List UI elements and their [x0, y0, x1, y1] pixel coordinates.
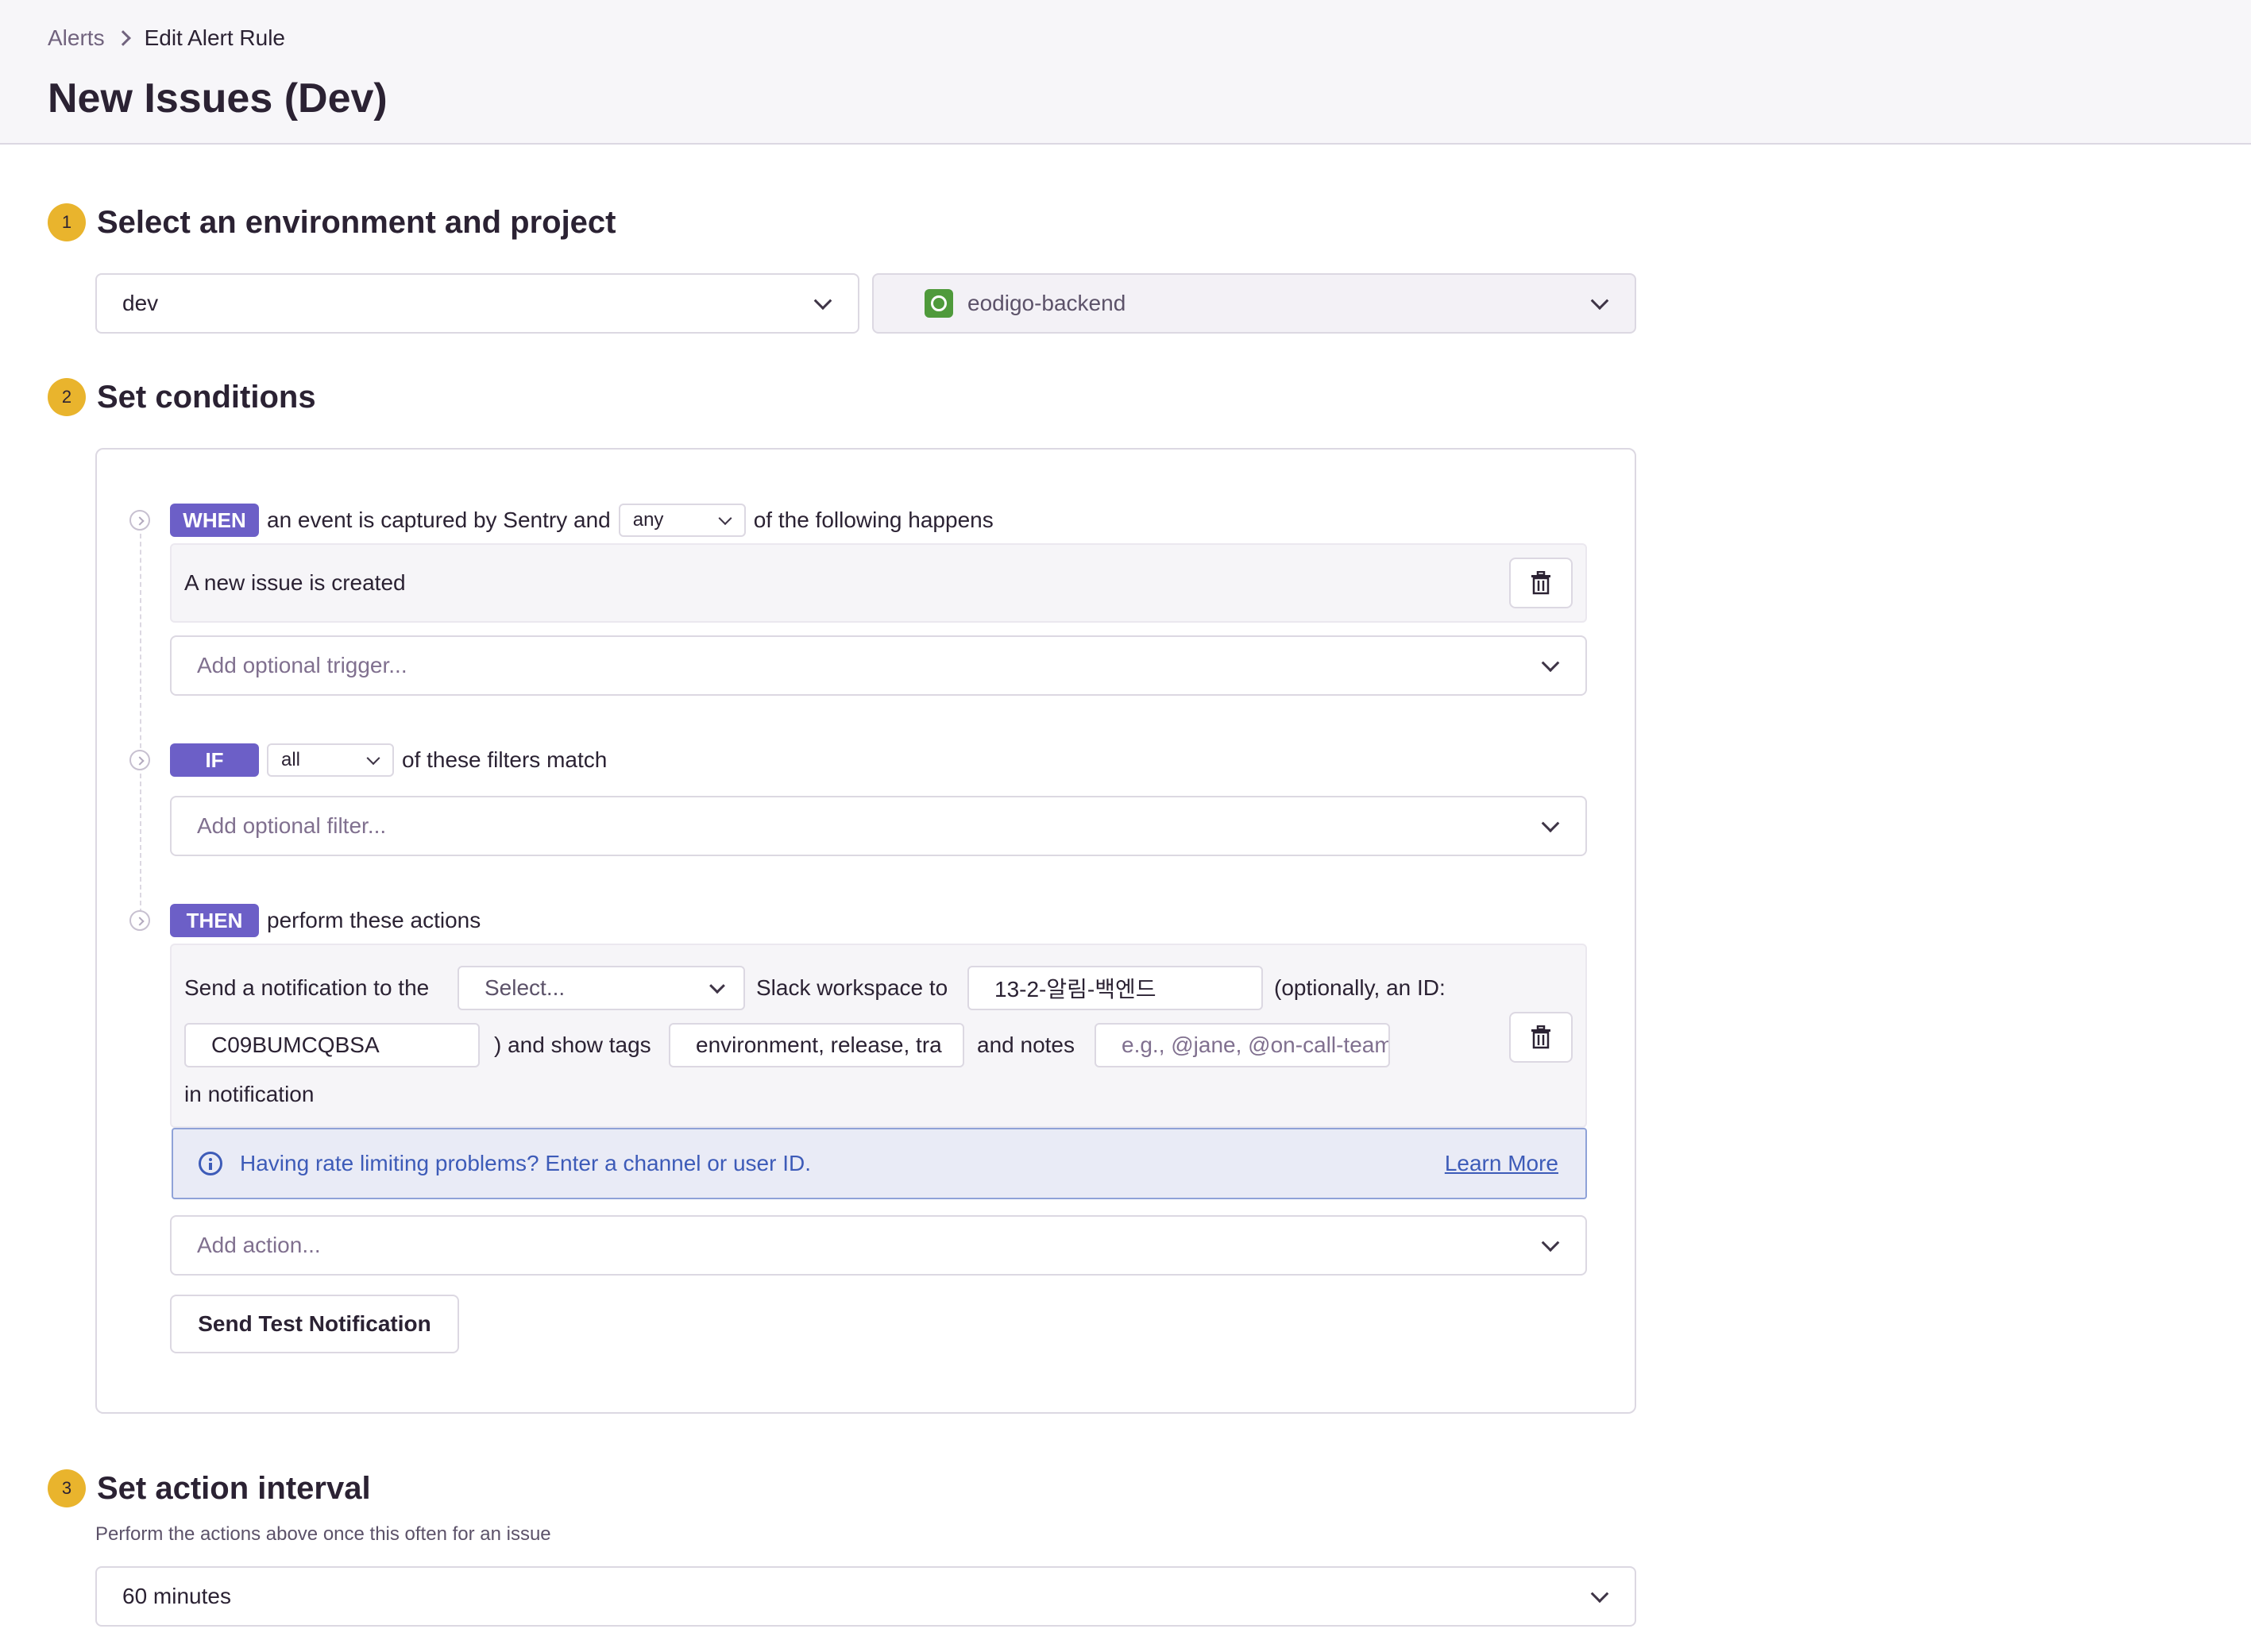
environment-value: dev [122, 291, 159, 315]
in-notification-text: in notification [184, 1082, 315, 1106]
when-text: an event is captured by Sentry and [267, 508, 611, 532]
alert-rule-page: Alerts Edit Alert Rule New Issues (Dev) … [0, 0, 2251, 1652]
chevron-down-icon [1590, 1584, 1609, 1604]
chevron-down-icon [366, 751, 380, 766]
when-match-select[interactable]: any [618, 504, 746, 537]
when-text-after: of the following happens [753, 508, 994, 532]
breadcrumb-alerts-link[interactable]: Alerts [48, 25, 105, 51]
step-number-badge: 2 [48, 378, 86, 416]
rail-node-icon [129, 750, 150, 770]
step-1-heading: 1 Select an environment and project [48, 203, 616, 241]
add-filter-select[interactable]: Add optional filter... [170, 796, 1587, 856]
trigger-text: A new issue is created [184, 570, 406, 595]
rate-limit-alert-text: Having rate limiting problems? Enter a c… [240, 1151, 812, 1175]
workspace-suffix-text: Slack workspace to [756, 975, 948, 1000]
page-header: Alerts Edit Alert Rule New Issues (Dev) [0, 0, 2251, 145]
add-action-select[interactable]: Add action... [170, 1215, 1587, 1276]
slack-channel-input[interactable]: 13-2-알림-백엔드 [967, 966, 1263, 1010]
info-icon [199, 1152, 222, 1175]
chevron-down-icon [1590, 291, 1609, 311]
send-prefix-text: Send a notification to the [184, 975, 430, 1000]
chevron-down-icon [813, 291, 832, 311]
project-platform-icon [925, 289, 953, 318]
then-row: THEN perform these actions [170, 904, 481, 937]
delete-action-button[interactable] [1509, 1012, 1573, 1063]
step-number-badge: 3 [48, 1469, 86, 1507]
step-title: Select an environment and project [97, 204, 616, 240]
tags-input[interactable]: environment, release, tra [669, 1023, 964, 1067]
step-3-heading: 3 Set action interval [48, 1469, 371, 1507]
channel-id-input[interactable]: C09BUMCQBSA [184, 1023, 480, 1067]
project-value: eodigo-backend [967, 291, 1126, 315]
add-trigger-placeholder: Add optional trigger... [197, 653, 407, 677]
action-interval-select[interactable]: 60 minutes [95, 1566, 1636, 1627]
environment-select[interactable]: dev [95, 273, 859, 334]
chevron-down-icon [718, 511, 732, 526]
step-2-heading: 2 Set conditions [48, 378, 316, 416]
rail-node-icon [129, 510, 150, 531]
delete-trigger-button[interactable] [1509, 558, 1573, 608]
workspace-placeholder: Select... [485, 975, 566, 1000]
if-match-value: all [281, 749, 301, 770]
if-match-select[interactable]: all [267, 743, 394, 777]
add-trigger-select[interactable]: Add optional trigger... [170, 635, 1587, 696]
breadcrumb: Alerts Edit Alert Rule [48, 25, 285, 51]
add-filter-placeholder: Add optional filter... [197, 813, 387, 838]
step-number-badge: 1 [48, 203, 86, 241]
chevron-down-icon [1541, 654, 1560, 673]
chevron-down-icon [1541, 814, 1560, 833]
if-row: IF all of these filters match [170, 743, 607, 777]
action-card: Send a notification to the Select... Sla… [170, 944, 1587, 1128]
notes-label: and notes [977, 1032, 1075, 1057]
chevron-down-icon [1541, 1233, 1560, 1253]
project-select[interactable]: eodigo-backend [872, 273, 1636, 334]
rail-connector [140, 534, 141, 756]
step-title: Set action interval [97, 1470, 371, 1506]
if-tag: IF [170, 743, 259, 777]
interval-description: Perform the actions above once this ofte… [95, 1523, 551, 1545]
trigger-card: A new issue is created [170, 543, 1587, 623]
trash-icon [1531, 571, 1550, 595]
slack-workspace-select[interactable]: Select... [458, 966, 745, 1010]
then-tag: THEN [170, 904, 259, 937]
show-tags-label: ) and show tags [494, 1032, 651, 1057]
when-tag: WHEN [170, 504, 259, 537]
rail-node-icon [129, 910, 150, 931]
trash-icon [1531, 1025, 1550, 1049]
notes-input[interactable]: e.g., @jane, @on-call-team [1095, 1023, 1390, 1067]
step-title: Set conditions [97, 379, 316, 415]
learn-more-link[interactable]: Learn More [1445, 1151, 1558, 1176]
add-action-placeholder: Add action... [197, 1233, 321, 1257]
page-title: New Issues (Dev) [48, 75, 388, 122]
rail-connector [140, 774, 141, 921]
interval-value: 60 minutes [122, 1584, 231, 1608]
then-text: perform these actions [267, 908, 481, 932]
chevron-down-icon [709, 978, 725, 994]
when-match-value: any [632, 509, 664, 531]
breadcrumb-current: Edit Alert Rule [144, 25, 285, 50]
send-test-notification-button[interactable]: Send Test Notification [170, 1295, 459, 1353]
rate-limit-alert: Having rate limiting problems? Enter a c… [172, 1128, 1587, 1199]
optional-id-label: (optionally, an ID: [1274, 975, 1446, 1000]
if-text-after: of these filters match [402, 747, 608, 772]
when-row: WHEN an event is captured by Sentry and … [170, 504, 994, 537]
chevron-right-icon [114, 30, 131, 46]
